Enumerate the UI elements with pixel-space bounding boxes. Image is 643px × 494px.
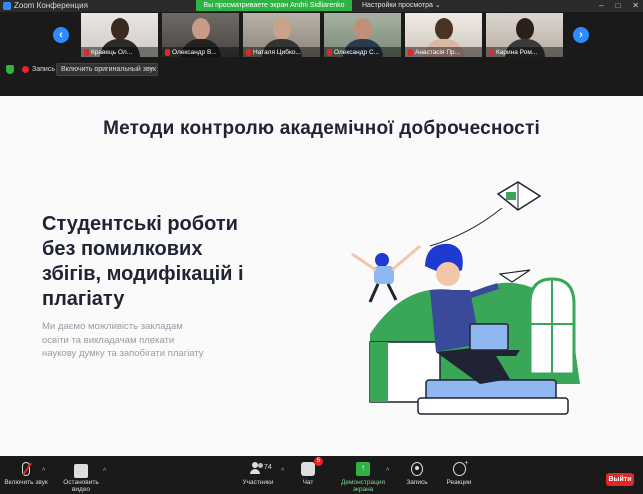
student-illustration <box>351 181 580 415</box>
participant-name: Карина Ром... <box>496 48 538 56</box>
participants-label: Участники <box>242 479 274 486</box>
viewing-banner: Вы просматриваете экран Andrii Sidliaren… <box>196 0 352 11</box>
camera-icon <box>74 464 88 478</box>
leave-button[interactable]: Выйти <box>606 473 634 486</box>
participant-name: Олександр С... <box>334 48 380 56</box>
mic-muted-icon <box>408 48 413 56</box>
maximize-icon[interactable]: □ <box>615 0 620 12</box>
original-sound-dropdown[interactable]: Включить оригинальный звук ▾ <box>56 63 158 76</box>
title-bar: Zoom Конференция Вы просматриваете экран… <box>0 0 643 12</box>
reactions-button[interactable]: + Реакции <box>444 460 474 486</box>
mic-muted-icon <box>246 48 251 56</box>
share-screen-label: Демонстрация экрана <box>340 479 386 493</box>
chat-label: Чат <box>302 479 314 486</box>
participant-tile[interactable]: Олександр С... <box>324 13 401 57</box>
participant-tile[interactable]: Олександр В... <box>162 13 239 57</box>
recording-bar: Запись Включить оригинальный звук ▾ <box>0 61 643 78</box>
close-icon[interactable]: ✕ <box>632 0 639 12</box>
participants-count: 74 <box>264 464 272 471</box>
participant-name: Наталя Цибко... <box>253 48 301 56</box>
video-gallery: ‹ Кравець Ол... Олександр В... Наталя Ци… <box>0 12 643 60</box>
mic-muted-icon <box>489 48 494 56</box>
zoom-logo-icon <box>3 2 11 10</box>
chevron-down-icon: ▾ <box>149 66 153 73</box>
chat-icon: 5 <box>301 457 323 476</box>
minimize-icon[interactable]: – <box>599 0 603 12</box>
recording-label: Запись <box>32 66 55 73</box>
participant-name: Кравець Ол... <box>91 48 133 56</box>
mic-muted-icon <box>327 48 332 56</box>
view-settings-label: Настройки просмотра <box>362 2 433 9</box>
record-label: Запись <box>406 479 428 486</box>
mic-off-icon <box>22 462 32 476</box>
subtitle-line: Ми даємо можливість закладам <box>42 321 183 332</box>
mic-muted-icon <box>165 48 170 56</box>
chat-badge: 5 <box>314 457 323 466</box>
original-sound-label: Включить оригинальный звук <box>61 66 157 73</box>
share-screen-icon: ↑ <box>356 462 370 476</box>
slide-subtitle: Ми даємо можливість закладам освіти та в… <box>42 320 262 361</box>
record-icon <box>411 462 423 476</box>
video-button[interactable]: Остановить видео <box>54 462 108 493</box>
caret-up-icon[interactable]: ^ <box>42 468 45 475</box>
slide-heading: Студентські роботи без помилкових збігів… <box>42 212 312 312</box>
share-screen-button[interactable]: ↑ Демонстрация экрана <box>330 462 396 493</box>
caret-up-icon[interactable]: ^ <box>386 468 389 475</box>
zoom-window: Zoom Конференция Вы просматриваете экран… <box>0 0 643 494</box>
participant-tile[interactable]: Карина Ром... <box>486 13 563 57</box>
shared-screen: Методи контролю академічної доброчесност… <box>0 96 643 456</box>
smiley-icon: + <box>452 460 469 476</box>
record-button[interactable]: Запись <box>404 462 430 486</box>
heading-line: Студентські роботи <box>42 213 238 235</box>
participant-name: Олександр В... <box>172 48 217 56</box>
gallery-next-button[interactable]: › <box>573 27 589 43</box>
mic-muted-icon <box>84 48 89 56</box>
meeting-toolbar: Включить звук ^ Остановить видео ^ Участ… <box>0 456 643 494</box>
video-label: Остановить видео <box>63 479 99 493</box>
subtitle-line: наукову думку та запобігати плагіату <box>42 348 204 359</box>
participant-tile[interactable]: Кравець Ол... <box>81 13 158 57</box>
slide-title: Методи контролю академічної доброчесност… <box>103 118 540 139</box>
heading-line: збігів, модифікацій і <box>42 263 244 285</box>
gallery-prev-button[interactable]: ‹ <box>53 27 69 43</box>
view-settings-button[interactable]: Настройки просмотра ⌄ <box>362 0 441 11</box>
window-title: Zoom Конференция <box>14 1 88 10</box>
subtitle-line: освіти та викладачам плекати <box>42 334 175 346</box>
window-controls: – □ ✕ <box>599 0 639 12</box>
chat-button[interactable]: 5 Чат <box>298 457 323 486</box>
unmute-label: Включить звук <box>4 479 48 486</box>
participant-tile[interactable]: Анастасія Пр... <box>405 13 482 57</box>
participant-tile[interactable]: Наталя Цибко... <box>243 13 320 57</box>
security-shield-icon[interactable] <box>6 65 14 74</box>
caret-up-icon[interactable]: ^ <box>103 468 106 475</box>
caret-up-icon[interactable]: ^ <box>281 468 284 475</box>
recording-dot-icon <box>22 66 29 73</box>
participant-name: Анастасія Пр... <box>415 48 461 56</box>
reactions-label: Реакции <box>446 479 472 486</box>
heading-line: плагіату <box>42 288 125 310</box>
participants-button[interactable]: Участники <box>238 462 278 486</box>
heading-line: без помилкових <box>42 238 203 260</box>
